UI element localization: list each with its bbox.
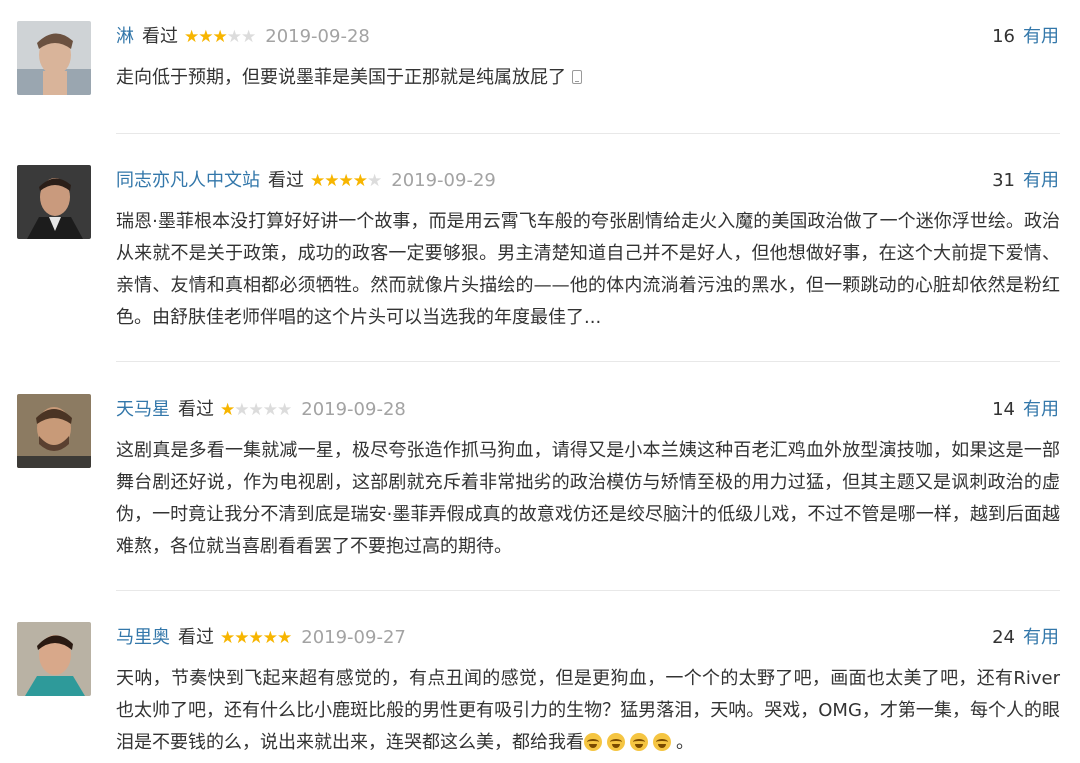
- rating-stars: ★★★★★: [184, 23, 256, 51]
- rating-stars: ★★★★★: [220, 624, 292, 652]
- vote-count: 31: [992, 170, 1015, 191]
- watch-status: 看过: [268, 170, 304, 191]
- username-link[interactable]: 同志亦凡人中文站: [116, 170, 260, 191]
- star-icon: ★: [220, 628, 235, 648]
- mobile-phone-icon: [572, 70, 582, 84]
- username-link[interactable]: 天马星: [116, 399, 170, 420]
- star-icon: ★: [220, 400, 235, 420]
- star-icon: ★: [248, 400, 264, 420]
- star-icon: ★: [310, 171, 325, 191]
- star-icon: ★: [198, 27, 213, 47]
- star-icon: ★: [352, 171, 368, 191]
- review-body: 走向低于预期，但要说墨菲是美国于正那就是纯属放屁了: [116, 67, 566, 88]
- crying-face-icon: [584, 733, 602, 751]
- star-icon: ★: [234, 628, 249, 648]
- useful-button[interactable]: 有用: [1023, 627, 1059, 648]
- star-icon: ★: [241, 27, 256, 47]
- star-icon: ★: [277, 628, 292, 648]
- divider: [116, 361, 1060, 362]
- rating-stars: ★★★★★: [310, 167, 382, 195]
- review-date: 2019-09-28: [265, 26, 370, 47]
- watch-status: 看过: [142, 26, 178, 47]
- star-icon: ★: [234, 400, 249, 420]
- star-icon: ★: [262, 628, 278, 648]
- review-meta: 天马星 看过 ★★★★★ 2019-09-28: [116, 396, 406, 424]
- review-text: 天呐，节奏快到飞起来超有感觉的，有点丑闻的感觉，但是更狗血，一个个的太野了吧，画…: [116, 663, 1060, 759]
- avatar[interactable]: [17, 21, 91, 95]
- watch-status: 看过: [178, 627, 214, 648]
- star-icon: ★: [277, 400, 292, 420]
- review-meta: 同志亦凡人中文站 看过 ★★★★★ 2019-09-29: [116, 167, 496, 195]
- crying-face-icon: [607, 733, 625, 751]
- vote-area: 31 有用: [992, 167, 1059, 195]
- star-icon: ★: [212, 27, 228, 47]
- useful-button[interactable]: 有用: [1023, 399, 1059, 420]
- divider: [116, 133, 1060, 134]
- review-body: 这剧真是多看一集就减一星，极尽夸张造作抓马狗血，请得又是小本兰姨这种百老汇鸡血外…: [116, 440, 1060, 557]
- avatar[interactable]: [17, 165, 91, 239]
- vote-count: 24: [992, 627, 1015, 648]
- star-icon: ★: [226, 27, 242, 47]
- vote-count: 16: [992, 26, 1015, 47]
- review-meta: 马里奥 看过 ★★★★★ 2019-09-27: [116, 624, 406, 652]
- avatar[interactable]: [17, 622, 91, 696]
- star-icon: ★: [338, 171, 354, 191]
- star-icon: ★: [184, 27, 199, 47]
- vote-area: 24 有用: [992, 624, 1059, 652]
- star-icon: ★: [324, 171, 339, 191]
- review-tail: 。: [676, 732, 694, 753]
- review-text: 瑞恩·墨菲根本没打算好好讲一个故事，而是用云霄飞车般的夸张剧情给走火入魔的美国政…: [116, 206, 1060, 334]
- username-link[interactable]: 马里奥: [116, 627, 170, 648]
- review-text: 这剧真是多看一集就减一星，极尽夸张造作抓马狗血，请得又是小本兰姨这种百老汇鸡血外…: [116, 435, 1060, 563]
- review-text: 走向低于预期，但要说墨菲是美国于正那就是纯属放屁了: [116, 62, 1060, 94]
- avatar[interactable]: [17, 394, 91, 468]
- username-link[interactable]: 淋: [116, 26, 134, 47]
- divider: [116, 590, 1060, 591]
- vote-area: 16 有用: [992, 23, 1059, 51]
- review-body: 瑞恩·墨菲根本没打算好好讲一个故事，而是用云霄飞车般的夸张剧情给走火入魔的美国政…: [116, 211, 1060, 328]
- review-meta: 淋看过 ★★★★★ 2019-09-28: [116, 23, 370, 51]
- useful-button[interactable]: 有用: [1023, 26, 1059, 47]
- star-icon: ★: [367, 171, 382, 191]
- review-date: 2019-09-29: [391, 170, 496, 191]
- rating-stars: ★★★★★: [220, 396, 292, 424]
- watch-status: 看过: [178, 399, 214, 420]
- review-date: 2019-09-27: [301, 627, 406, 648]
- star-icon: ★: [262, 400, 278, 420]
- star-icon: ★: [248, 628, 264, 648]
- vote-area: 14 有用: [992, 396, 1059, 424]
- useful-button[interactable]: 有用: [1023, 170, 1059, 191]
- crying-face-icon: [653, 733, 671, 751]
- review-date: 2019-09-28: [301, 399, 406, 420]
- crying-face-icon: [630, 733, 648, 751]
- vote-count: 14: [992, 399, 1015, 420]
